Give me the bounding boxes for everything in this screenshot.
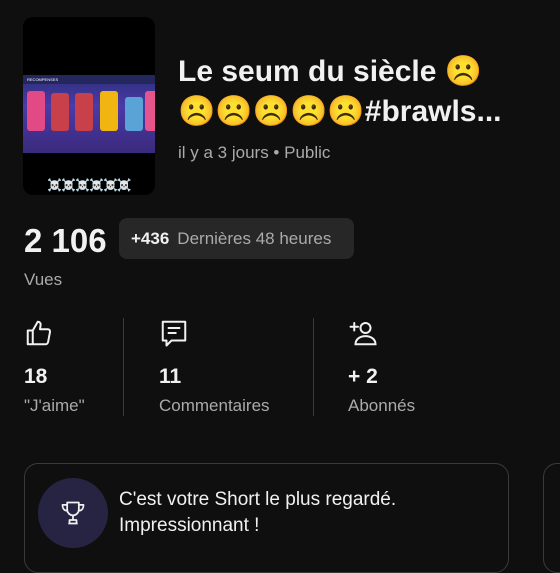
thumbnail-banner: RECOMPENSES	[23, 75, 155, 84]
comment-icon	[161, 320, 187, 347]
trophy-icon	[61, 501, 85, 525]
thumbnail-skulls: ☠️☠️☠️☠️☠️☠️	[47, 178, 132, 192]
stat-divider	[313, 318, 314, 416]
comments-value: 11	[159, 365, 182, 388]
achievement-line1: C'est votre Short le plus regardé.	[119, 489, 397, 510]
achievement-card[interactable]: C'est votre Short le plus regardé. Impre…	[24, 463, 509, 573]
stat-comments[interactable]: 11 Commentaires	[159, 318, 270, 415]
thumbnail-card	[51, 93, 69, 131]
next-achievement-card[interactable]	[543, 463, 560, 573]
thumbnail-card	[100, 91, 118, 131]
views-label: Vues	[24, 270, 63, 289]
likes-value: 18	[24, 365, 48, 388]
views-delta-label: Dernières 48 heures	[177, 228, 332, 248]
comments-label: Commentaires	[159, 396, 270, 415]
video-meta: il y a 3 jours • Public	[178, 143, 331, 162]
achievement-line2: Impressionnant !	[119, 515, 260, 536]
stat-divider	[123, 318, 124, 416]
video-title: Le seum du siècle ☹️ ☹️☹️☹️☹️☹️#brawls..…	[178, 52, 538, 132]
views-count: 2 106	[24, 222, 107, 259]
achievement-badge	[38, 478, 108, 548]
thumbnail-card	[27, 91, 45, 131]
thumbnail-card	[145, 91, 155, 131]
video-title-line1: Le seum du siècle ☹️	[178, 55, 483, 88]
thumbnail-card	[125, 97, 143, 131]
subscribers-value: + 2	[348, 365, 378, 388]
views-delta-chip[interactable]: +436 Dernières 48 heures	[119, 218, 354, 259]
thumbnail-card	[75, 93, 93, 131]
stat-subscribers[interactable]: + 2 Abonnés	[348, 318, 415, 415]
likes-label: "J'aime"	[24, 396, 85, 415]
stat-likes[interactable]: 18 "J'aime"	[24, 318, 85, 415]
thumbnail-game-screenshot: RECOMPENSES	[23, 75, 155, 153]
views-delta-value: +436	[131, 228, 170, 248]
thumbs-up-icon	[26, 320, 52, 346]
video-thumbnail[interactable]: RECOMPENSES ☠️☠️☠️☠️☠️☠️	[23, 17, 155, 195]
subscribers-label: Abonnés	[348, 396, 416, 415]
achievement-text: C'est votre Short le plus regardé. Impre…	[119, 487, 489, 539]
add-subscriber-icon	[349, 322, 377, 346]
video-title-line2: ☹️☹️☹️☹️☹️#brawls...	[178, 95, 502, 128]
